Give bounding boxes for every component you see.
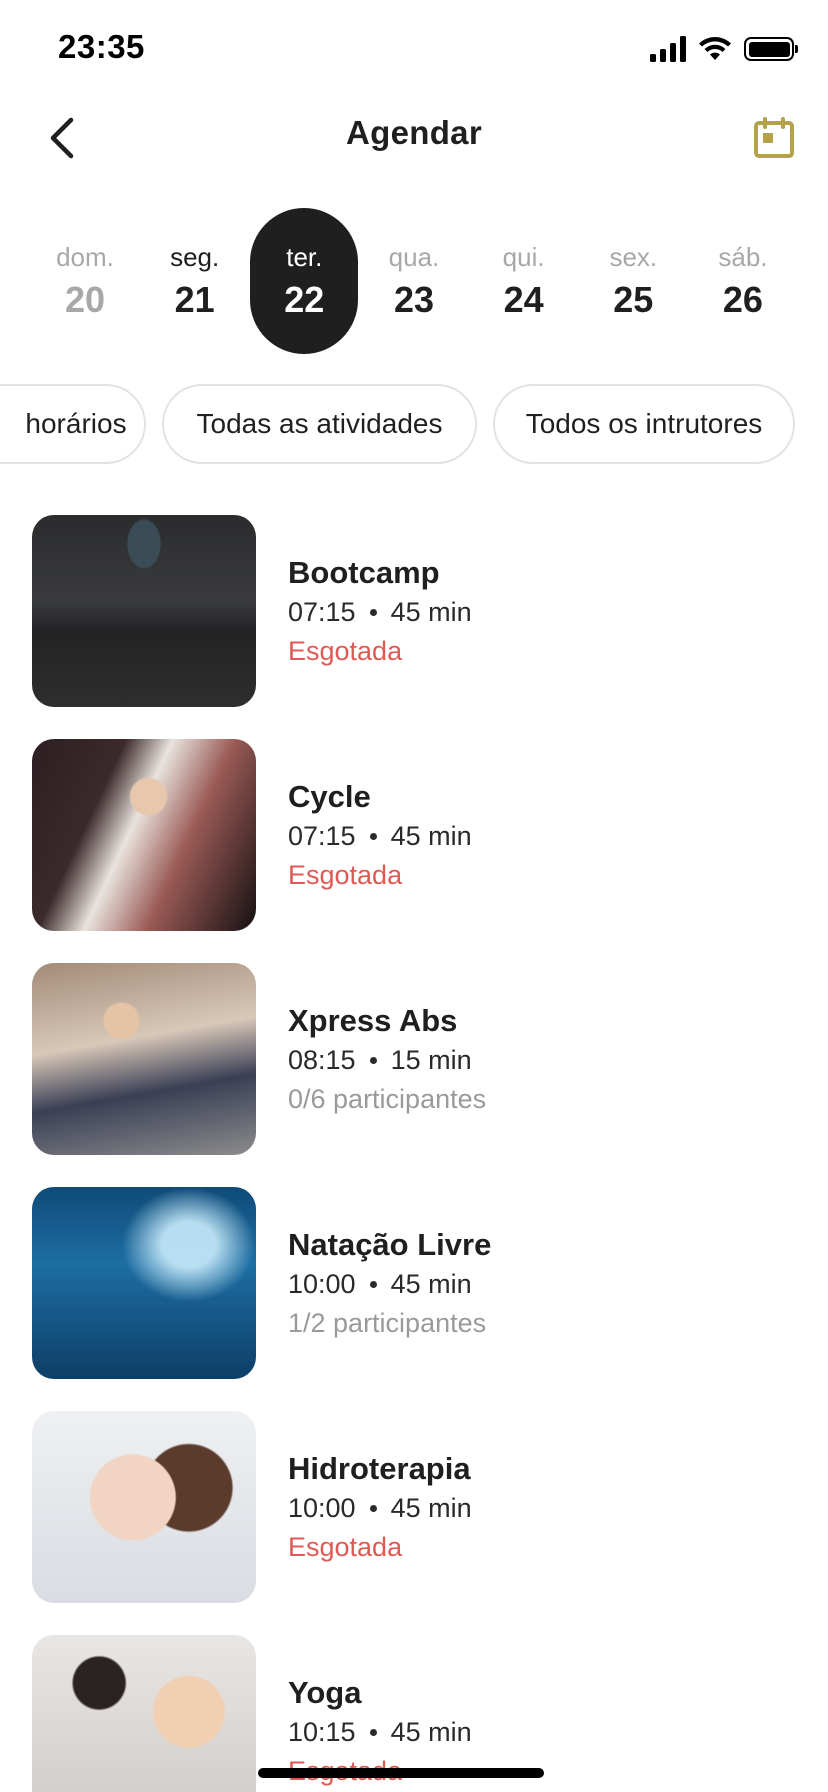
calendar-icon — [754, 117, 794, 158]
filter-instructors-chip[interactable]: Todos os intrutores — [493, 384, 795, 464]
class-item-cycle[interactable]: Cycle 07:15 45 min Esgotada — [0, 739, 828, 963]
class-meta: 10:00 45 min — [288, 1493, 472, 1524]
class-time: 07:15 — [288, 597, 356, 627]
class-name: Hidroterapia — [288, 1451, 471, 1486]
class-time: 10:00 — [288, 1493, 356, 1523]
filter-chips: horários Todas as atividades Todos os in… — [0, 384, 828, 464]
day-number: 21 — [174, 278, 215, 320]
day-wednesday[interactable]: qua. 23 — [360, 208, 468, 354]
class-status: Esgotada — [288, 860, 403, 890]
day-name: sáb. — [718, 241, 768, 272]
class-name: Yoga — [288, 1675, 362, 1710]
separator-dot — [369, 1057, 377, 1064]
bootcamp-photo — [32, 515, 256, 707]
nav-bar: Agendar — [0, 100, 828, 180]
separator-dot — [369, 833, 377, 840]
class-status: Esgotada — [288, 1532, 403, 1562]
cycle-photo — [32, 739, 256, 931]
wifi-icon — [699, 37, 731, 60]
day-number: 20 — [64, 278, 106, 320]
status-time: 23:35 — [58, 28, 145, 65]
class-name: Natação Livre — [288, 1227, 492, 1262]
day-number: 23 — [393, 278, 434, 320]
battery-icon — [744, 37, 798, 61]
class-name: Xpress Abs — [288, 1003, 458, 1038]
day-name: qui. — [502, 241, 545, 272]
day-name: seg. — [170, 241, 220, 272]
schedule-screen: 23:35 Agendar dom. 20 seg. 21 ter. 22 qu… — [0, 0, 828, 1792]
day-number: 25 — [613, 278, 654, 320]
class-duration: 45 min — [390, 821, 472, 851]
day-number: 22 — [284, 278, 325, 320]
class-time: 10:15 — [288, 1717, 356, 1747]
cellular-signal-icon — [650, 36, 686, 62]
class-item-bootcamp[interactable]: Bootcamp 07:15 45 min Esgotada — [0, 515, 828, 739]
day-name: dom. — [56, 241, 114, 272]
abs-photo — [32, 963, 256, 1155]
class-duration: 45 min — [390, 1493, 472, 1523]
class-meta: 07:15 45 min — [288, 821, 472, 852]
class-item-xpress-abs[interactable]: Xpress Abs 08:15 15 min 0/6 participante… — [0, 963, 828, 1187]
day-saturday[interactable]: sáb. 26 — [689, 208, 797, 354]
day-selector: dom. 20 seg. 21 ter. 22 qua. 23 qui. 24 … — [31, 208, 797, 354]
day-name: sex. — [609, 241, 658, 272]
separator-dot — [369, 609, 377, 616]
day-sunday[interactable]: dom. 20 — [31, 208, 139, 354]
class-time: 08:15 — [288, 1045, 356, 1075]
status-bar: 23:35 — [0, 0, 828, 100]
class-item-natacao-livre[interactable]: Natação Livre 10:00 45 min 1/2 participa… — [0, 1187, 828, 1411]
class-status: Esgotada — [288, 636, 403, 666]
day-tuesday-selected[interactable]: ter. 22 — [250, 208, 359, 354]
class-name: Cycle — [288, 779, 371, 814]
day-friday[interactable]: sex. 25 — [579, 208, 687, 354]
filter-activities-chip[interactable]: Todas as atividades — [162, 384, 477, 464]
separator-dot — [369, 1729, 377, 1736]
day-number: 26 — [722, 278, 763, 320]
class-duration: 45 min — [390, 597, 472, 627]
day-number: 24 — [503, 278, 544, 320]
class-duration: 45 min — [390, 1717, 472, 1747]
class-meta: 08:15 15 min — [288, 1045, 486, 1076]
class-meta: 07:15 45 min — [288, 597, 472, 628]
calendar-button[interactable] — [746, 110, 802, 166]
status-icons — [650, 36, 798, 62]
day-thursday[interactable]: qui. 24 — [470, 208, 578, 354]
home-indicator[interactable] — [258, 1768, 544, 1778]
class-duration: 15 min — [390, 1045, 472, 1075]
filter-times-chip[interactable]: horários — [0, 384, 146, 464]
day-name: ter. — [286, 241, 323, 272]
class-meta: 10:00 45 min — [288, 1269, 491, 1300]
class-status: 0/6 participantes — [288, 1084, 487, 1114]
class-time: 07:15 — [288, 821, 356, 851]
day-name: qua. — [388, 241, 440, 272]
class-list: Bootcamp 07:15 45 min Esgotada Cycle 07:… — [0, 515, 828, 1792]
swim-photo — [32, 1187, 256, 1379]
separator-dot — [369, 1505, 377, 1512]
class-item-hidroterapia[interactable]: Hidroterapia 10:00 45 min Esgotada — [0, 1411, 828, 1635]
day-monday[interactable]: seg. 21 — [141, 208, 249, 354]
class-meta: 10:15 45 min — [288, 1717, 472, 1748]
class-status: 1/2 participantes — [288, 1308, 487, 1338]
class-name: Bootcamp — [288, 555, 440, 590]
class-duration: 45 min — [390, 1269, 472, 1299]
hydro-photo — [32, 1411, 256, 1603]
class-time: 10:00 — [288, 1269, 356, 1299]
page-title: Agendar — [346, 114, 482, 151]
separator-dot — [369, 1281, 377, 1288]
yoga-photo — [32, 1635, 256, 1792]
